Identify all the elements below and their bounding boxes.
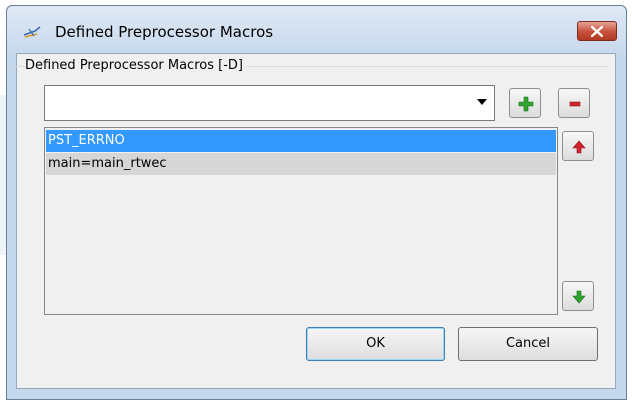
macro-combo-input[interactable] — [44, 85, 495, 121]
ok-button[interactable]: OK — [306, 327, 445, 361]
arrow-up-icon — [572, 140, 586, 154]
close-button[interactable] — [577, 21, 617, 41]
move-up-button[interactable] — [562, 131, 594, 161]
cancel-button[interactable]: Cancel — [458, 327, 598, 361]
move-down-button[interactable] — [562, 281, 594, 311]
list-item-label: main=main_rtwec — [48, 156, 167, 171]
list-item[interactable]: PST_ERRNO — [46, 130, 556, 152]
list-item-label: PST_ERRNO — [48, 133, 125, 148]
list-item[interactable]: main=main_rtwec — [46, 153, 556, 175]
group-box-label: Defined Preprocessor Macros [-D] — [25, 58, 247, 73]
app-icon — [23, 25, 41, 39]
close-icon — [591, 26, 603, 37]
add-macro-button[interactable] — [509, 88, 541, 118]
macro-list[interactable]: PST_ERRNO main=main_rtwec — [44, 127, 558, 315]
arrow-down-icon — [572, 290, 586, 304]
remove-macro-button[interactable] — [558, 88, 590, 118]
chevron-down-icon[interactable] — [477, 99, 487, 105]
dialog-title: Defined Preprocessor Macros — [55, 23, 274, 41]
minus-icon — [569, 101, 581, 107]
title-bar[interactable]: Defined Preprocessor Macros — [7, 6, 626, 56]
plus-icon — [518, 96, 534, 112]
